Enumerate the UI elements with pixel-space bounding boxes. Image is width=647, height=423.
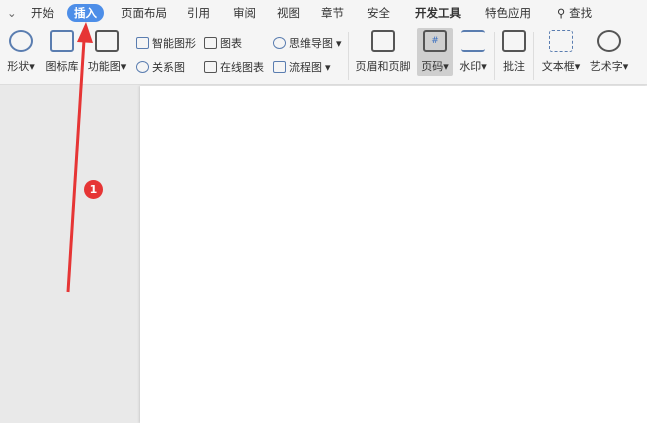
annotation-arrow	[66, 22, 93, 293]
step-badge: 1	[84, 180, 103, 199]
